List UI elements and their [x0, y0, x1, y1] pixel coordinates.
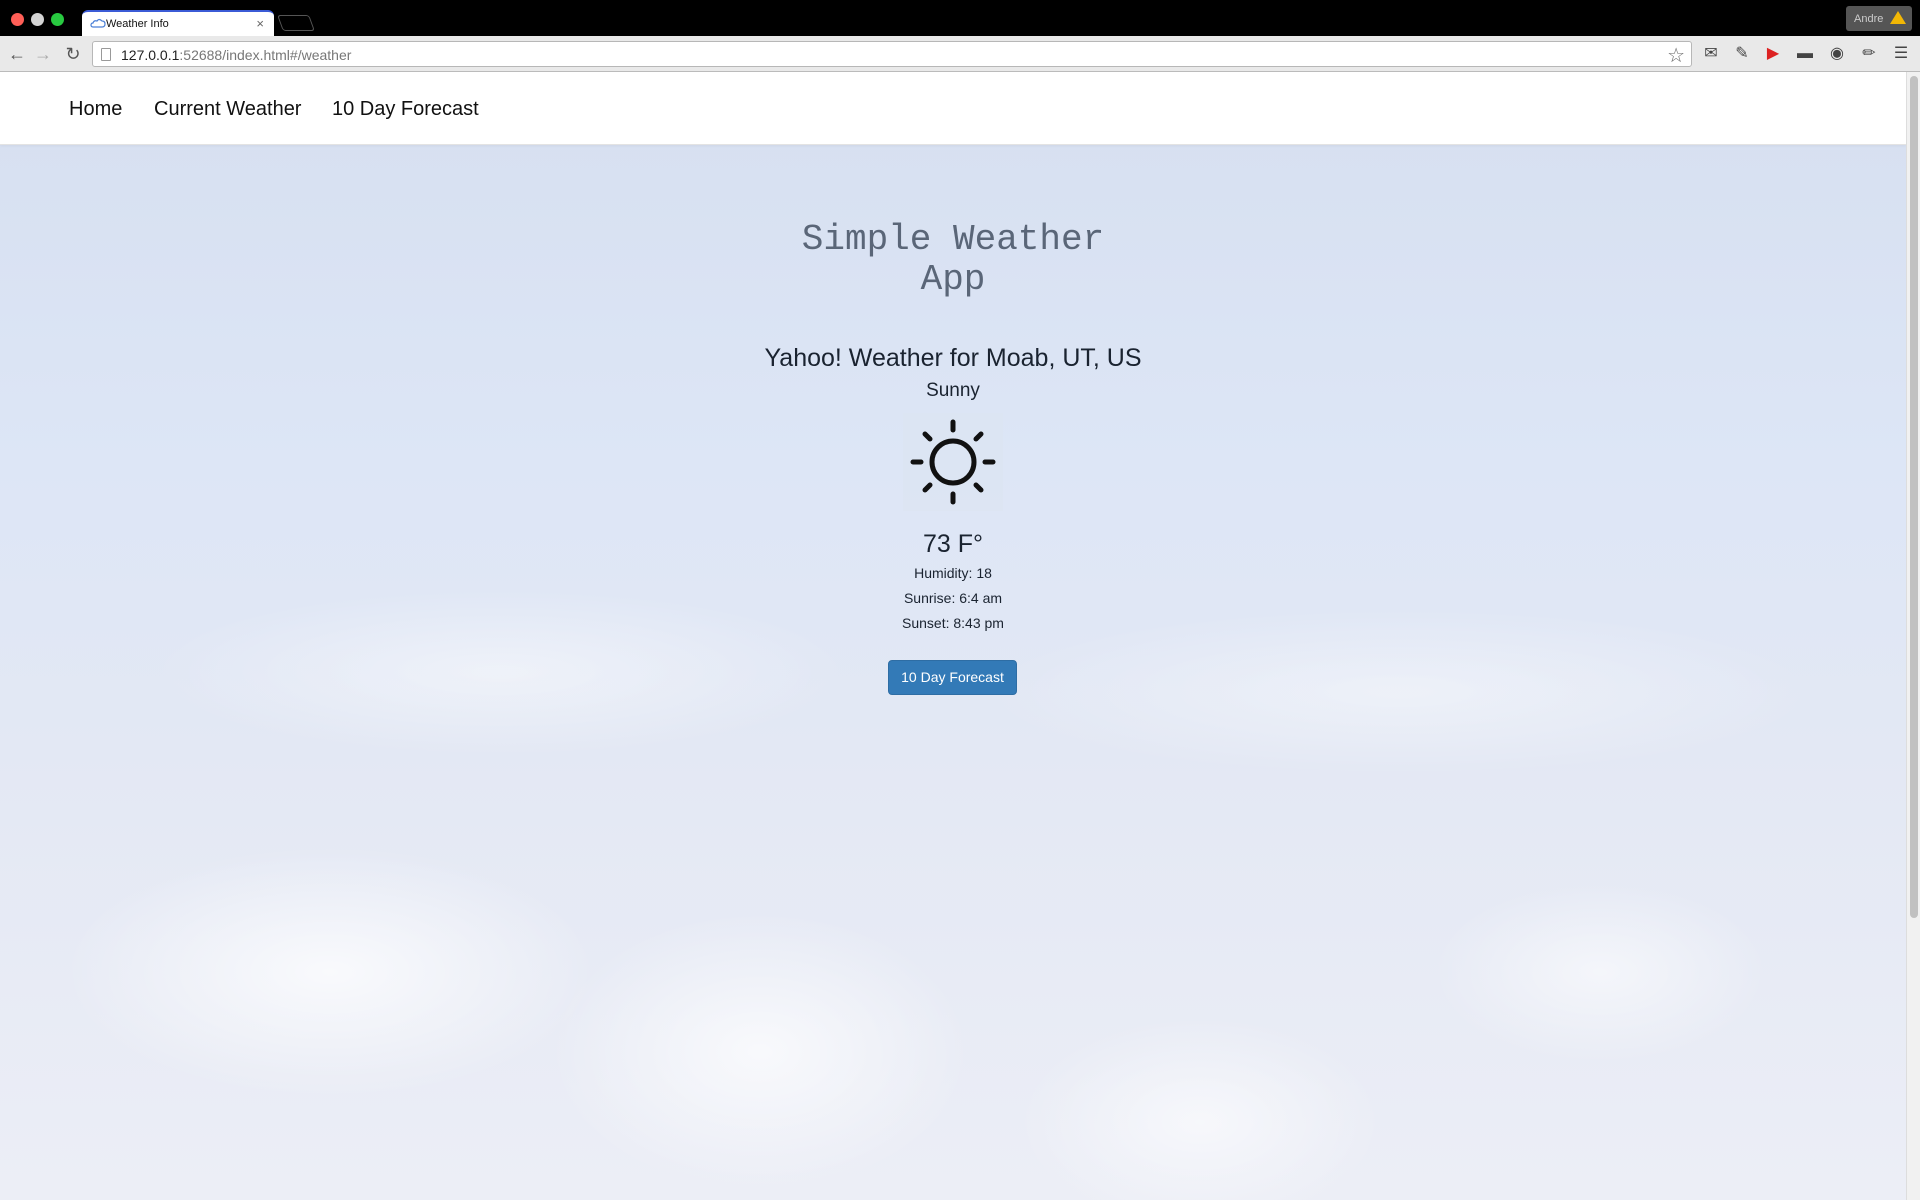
address-bar[interactable]: 127.0.0.1:52688/index.html#/weather ☆: [92, 41, 1692, 67]
bookmark-star-icon[interactable]: ☆: [1667, 43, 1685, 68]
reload-icon[interactable]: ↻: [62, 43, 84, 65]
url-path: :52688/index.html#/weather: [179, 47, 352, 63]
eyedropper-extension-icon[interactable]: ✏: [1858, 43, 1880, 65]
profile-button[interactable]: Andre: [1846, 6, 1912, 31]
temperature: 73 F°: [922, 530, 984, 558]
condition-text: Sunny: [926, 380, 980, 401]
page-title: Simple Weather App: [0, 220, 1906, 300]
page-scrollbar[interactable]: [1906, 72, 1920, 1200]
scrollbar-thumb[interactable]: [1910, 76, 1918, 918]
weather-cloud-icon: [90, 18, 106, 28]
gmail-extension-icon[interactable]: ✉: [1700, 43, 1722, 65]
browser-tab[interactable]: Weather Info ×: [82, 10, 274, 37]
nav-forecast-link[interactable]: 10 Day Forecast: [332, 98, 479, 121]
forward-arrow-icon[interactable]: →: [32, 43, 54, 65]
sunrise-text: Sunrise: 6:4 am: [903, 590, 1003, 606]
weather-icon-box: [903, 413, 1003, 511]
cast-extension-icon[interactable]: ▬: [1794, 43, 1816, 65]
url-host: 127.0.0.1: [121, 47, 180, 63]
title-line-1: Simple Weather: [801, 219, 1105, 260]
tab-title: Weather Info: [106, 18, 169, 30]
tab-close-icon[interactable]: ×: [256, 16, 264, 31]
sunset-text: Sunset: 8:43 pm: [902, 615, 1004, 631]
back-arrow-icon[interactable]: ←: [6, 43, 28, 65]
page-viewport: Home Current Weather 10 Day Forecast Sim…: [0, 72, 1906, 1200]
page-icon: [101, 48, 111, 61]
new-tab-button[interactable]: [277, 15, 315, 31]
circle-extension-icon[interactable]: ◉: [1826, 43, 1848, 65]
youtube-extension-icon[interactable]: ▶: [1762, 43, 1784, 65]
browser-titlebar: Weather Info × Andre: [0, 0, 1920, 37]
close-window-button[interactable]: [11, 13, 24, 26]
humidity-text: Humidity: 18: [914, 565, 992, 581]
browser-toolbar: ← → ↻ 127.0.0.1:52688/index.html#/weathe…: [0, 36, 1920, 72]
profile-name: Andre: [1854, 13, 1884, 25]
url-text[interactable]: 127.0.0.1:52688/index.html#/weather: [121, 47, 351, 63]
location-heading: Yahoo! Weather for Moab, UT, US: [764, 344, 1142, 372]
warning-icon: [1890, 11, 1906, 24]
title-line-2: App: [920, 259, 986, 300]
sun-icon: [910, 419, 996, 505]
site-navbar: Home Current Weather 10 Day Forecast: [0, 72, 1906, 145]
nav-home-link[interactable]: Home: [69, 98, 122, 121]
minimize-window-button[interactable]: [31, 13, 44, 26]
menu-icon[interactable]: ☰: [1890, 43, 1912, 65]
pencil-extension-icon[interactable]: ✎: [1731, 43, 1753, 65]
maximize-window-button[interactable]: [51, 13, 64, 26]
forecast-button[interactable]: 10 Day Forecast: [888, 660, 1017, 695]
nav-current-weather-link[interactable]: Current Weather: [154, 98, 301, 121]
